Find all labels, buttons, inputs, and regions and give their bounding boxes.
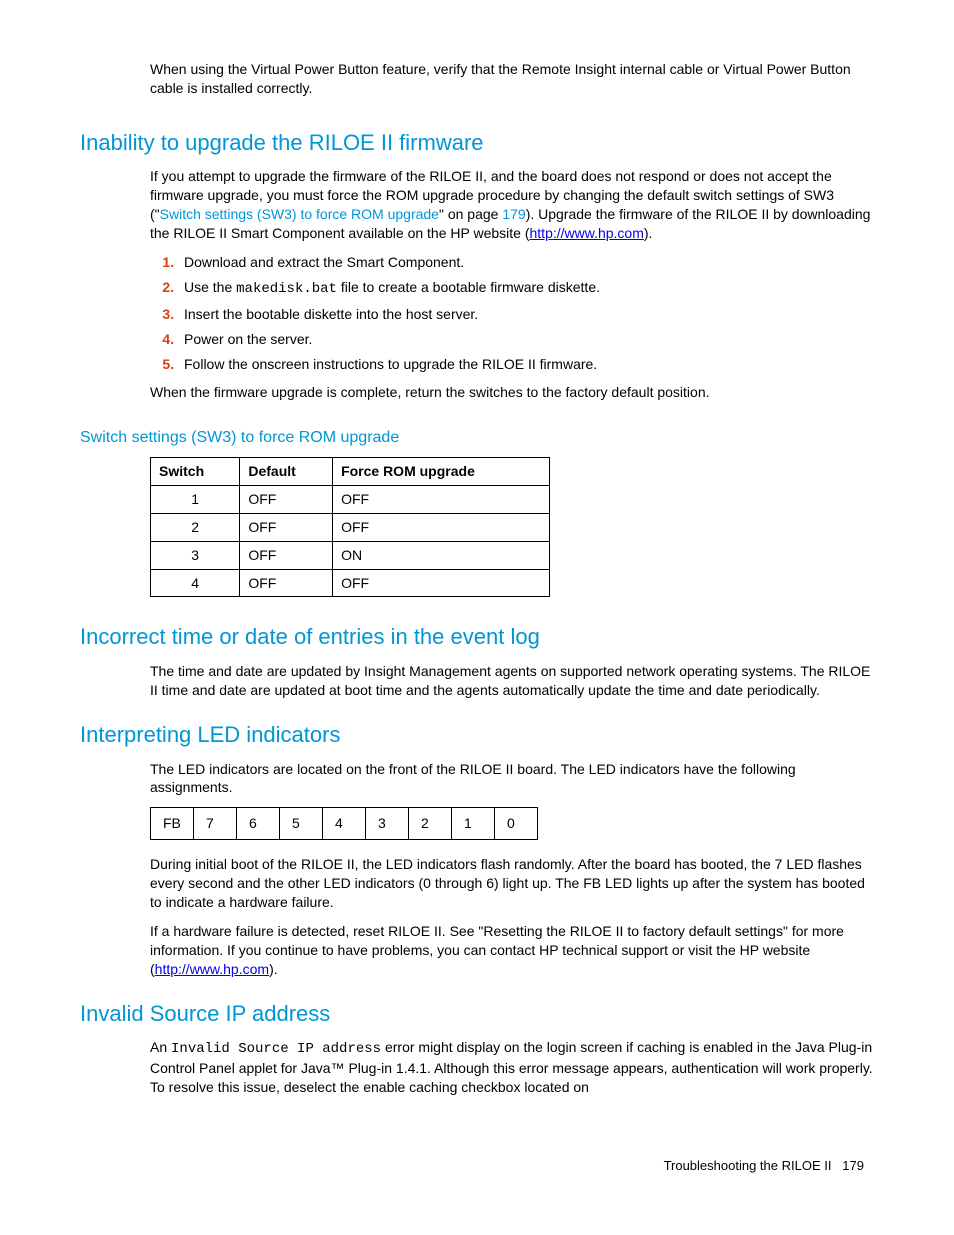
table-row: 1 OFF OFF	[151, 485, 550, 513]
heading-led-indicators: Interpreting LED indicators	[80, 720, 874, 750]
table-header: Switch	[151, 457, 240, 485]
step-item: Follow the onscreen instructions to upgr…	[178, 355, 874, 374]
footer-text: Troubleshooting the RILOE II	[664, 1158, 832, 1173]
table-cell: 0	[495, 808, 538, 840]
switch-settings-table: Switch Default Force ROM upgrade 1 OFF O…	[150, 457, 550, 597]
text: ).	[269, 961, 278, 977]
table-cell: 2	[409, 808, 452, 840]
table-cell: OFF	[333, 513, 550, 541]
step-item: Download and extract the Smart Component…	[178, 253, 874, 272]
page-number: 179	[842, 1158, 864, 1173]
heading-invalid-source-ip: Invalid Source IP address	[80, 999, 874, 1029]
intro-paragraph: When using the Virtual Power Button feat…	[150, 60, 874, 98]
table-cell: ON	[333, 541, 550, 569]
paragraph: An Invalid Source IP address error might…	[150, 1038, 874, 1097]
table-cell: OFF	[240, 513, 333, 541]
paragraph: If you attempt to upgrade the firmware o…	[150, 167, 874, 243]
table-cell: 3	[366, 808, 409, 840]
table-cell: OFF	[240, 569, 333, 597]
table-cell: 6	[237, 808, 280, 840]
table-cell: 3	[151, 541, 240, 569]
step-item: Power on the server.	[178, 330, 874, 349]
table-row: 4 OFF OFF	[151, 569, 550, 597]
code-text: makedisk.bat	[236, 281, 337, 297]
table-cell: OFF	[333, 569, 550, 597]
paragraph: The time and date are updated by Insight…	[150, 662, 874, 700]
table-row: 2 OFF OFF	[151, 513, 550, 541]
step-item: Insert the bootable diskette into the ho…	[178, 305, 874, 324]
paragraph: If a hardware failure is detected, reset…	[150, 922, 874, 979]
table-header-row: Switch Default Force ROM upgrade	[151, 457, 550, 485]
step-item: Use the makedisk.bat file to create a bo…	[178, 278, 874, 299]
heading-incorrect-time: Incorrect time or date of entries in the…	[80, 622, 874, 652]
cross-reference-link[interactable]: Switch settings (SW3) to force ROM upgra…	[160, 206, 439, 222]
hp-website-link[interactable]: http://www.hp.com	[530, 225, 644, 241]
paragraph: When the firmware upgrade is complete, r…	[150, 383, 874, 402]
paragraph: The LED indicators are located on the fr…	[150, 760, 874, 798]
table-cell: OFF	[240, 485, 333, 513]
table-row: 3 OFF ON	[151, 541, 550, 569]
steps-list: Download and extract the Smart Component…	[150, 253, 874, 373]
table-cell: 7	[194, 808, 237, 840]
table-row: FB 7 6 5 4 3 2 1 0	[151, 808, 538, 840]
text: An	[150, 1039, 171, 1055]
table-cell: 1	[452, 808, 495, 840]
hp-website-link[interactable]: http://www.hp.com	[155, 961, 269, 977]
table-cell: 4	[323, 808, 366, 840]
paragraph: During initial boot of the RILOE II, the…	[150, 855, 874, 912]
text: Use the	[184, 279, 236, 295]
table-cell: 4	[151, 569, 240, 597]
page-footer: Troubleshooting the RILOE II 179	[80, 1157, 874, 1175]
text: ).	[644, 225, 653, 241]
table-cell: 1	[151, 485, 240, 513]
cross-reference-page[interactable]: 179	[502, 206, 525, 222]
code-text: Invalid Source IP address	[171, 1041, 381, 1057]
heading-inability-upgrade: Inability to upgrade the RILOE II firmwa…	[80, 128, 874, 158]
table-cell: 5	[280, 808, 323, 840]
led-table: FB 7 6 5 4 3 2 1 0	[150, 807, 538, 840]
table-cell: OFF	[240, 541, 333, 569]
table-header: Default	[240, 457, 333, 485]
heading-switch-settings: Switch settings (SW3) to force ROM upgra…	[80, 427, 874, 449]
table-cell: OFF	[333, 485, 550, 513]
table-header: Force ROM upgrade	[333, 457, 550, 485]
text: file to create a bootable firmware diske…	[337, 279, 600, 295]
table-cell: 2	[151, 513, 240, 541]
text: " on page	[439, 206, 502, 222]
table-cell: FB	[151, 808, 194, 840]
